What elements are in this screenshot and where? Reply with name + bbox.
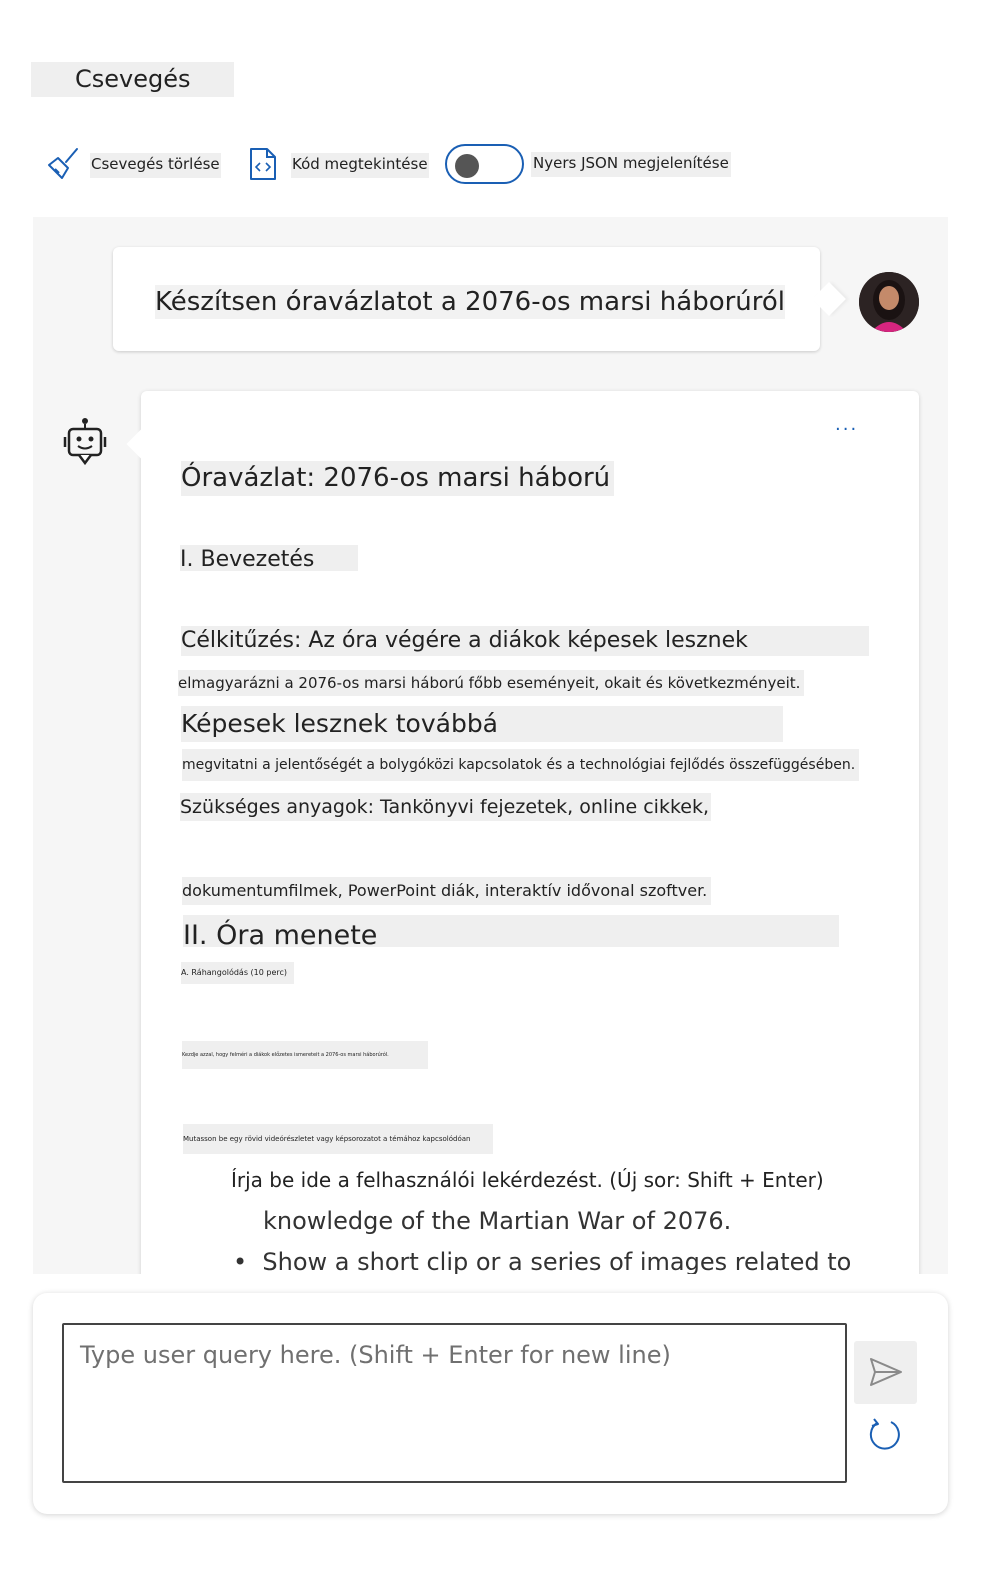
user-message-bubble: Készítsen óravázlatot a 2076-os marsi há…	[113, 247, 820, 351]
response-section-heading: I. Bevezetés	[180, 545, 358, 571]
response-line: Írja be ide a felhasználói lekérdezést. …	[231, 1168, 824, 1192]
query-input[interactable]: Type user query here. (Shift + Enter for…	[62, 1323, 847, 1483]
composer-panel: Type user query here. (Shift + Enter for…	[33, 1293, 948, 1514]
response-bullet-text: Show a short clip or a series of images …	[262, 1248, 852, 1274]
assistant-message-card: ··· Óravázlat: 2076-os marsi háború I. B…	[126, 391, 919, 1274]
response-section-heading: II. Óra menete	[183, 915, 839, 947]
response-line: A. Ráhangolódás (10 perc)	[181, 962, 294, 984]
send-button[interactable]	[854, 1341, 917, 1404]
response-heading: Óravázlat: 2076-os marsi háború	[181, 461, 615, 496]
query-placeholder: Type user query here. (Shift + Enter for…	[80, 1341, 671, 1369]
clear-chat-button[interactable]: Csevegés törlése	[90, 153, 221, 178]
response-line: Célkitűzés: Az óra végére a diákok képes…	[181, 626, 869, 656]
response-line: elmagyarázni a 2076-os marsi háború főbb…	[178, 670, 805, 696]
response-line: Képesek lesznek továbbá	[181, 706, 783, 742]
send-icon	[870, 1358, 902, 1386]
assistant-bubble-tail	[126, 428, 158, 460]
bullet-glyph: •	[233, 1248, 263, 1274]
response-line: knowledge of the Martian War of 2076.	[263, 1207, 732, 1235]
user-avatar	[859, 272, 919, 332]
raw-json-toggle[interactable]	[445, 144, 524, 184]
raw-json-label: Nyers JSON megjelenítése	[531, 152, 731, 177]
refresh-icon[interactable]	[865, 1415, 905, 1455]
view-code-button[interactable]: Kód megtekintése	[291, 153, 429, 178]
bot-icon	[63, 417, 107, 469]
response-line: Kezdje azzal, hogy felméri a diákok előz…	[182, 1041, 428, 1069]
broom-icon[interactable]	[46, 146, 82, 182]
response-line: dokumentumfilmek, PowerPoint diák, inter…	[182, 877, 712, 905]
more-options-button[interactable]: ···	[835, 419, 858, 440]
response-line: Mutasson be egy rövid videórészletet vag…	[183, 1124, 493, 1154]
user-message-text: Készítsen óravázlatot a 2076-os marsi há…	[155, 285, 786, 319]
toggle-knob	[455, 154, 479, 178]
response-bullet-line: • Show a short clip or a series of image…	[233, 1247, 851, 1274]
code-file-icon[interactable]	[248, 146, 278, 182]
page-title: Csevegés	[31, 62, 234, 97]
chat-area[interactable]: Készítsen óravázlatot a 2076-os marsi há…	[33, 217, 948, 1274]
response-line: Szükséges anyagok: Tankönyvi fejezetek, …	[180, 793, 712, 821]
response-line: megvitatni a jelentőségét a bolygóközi k…	[182, 749, 860, 781]
